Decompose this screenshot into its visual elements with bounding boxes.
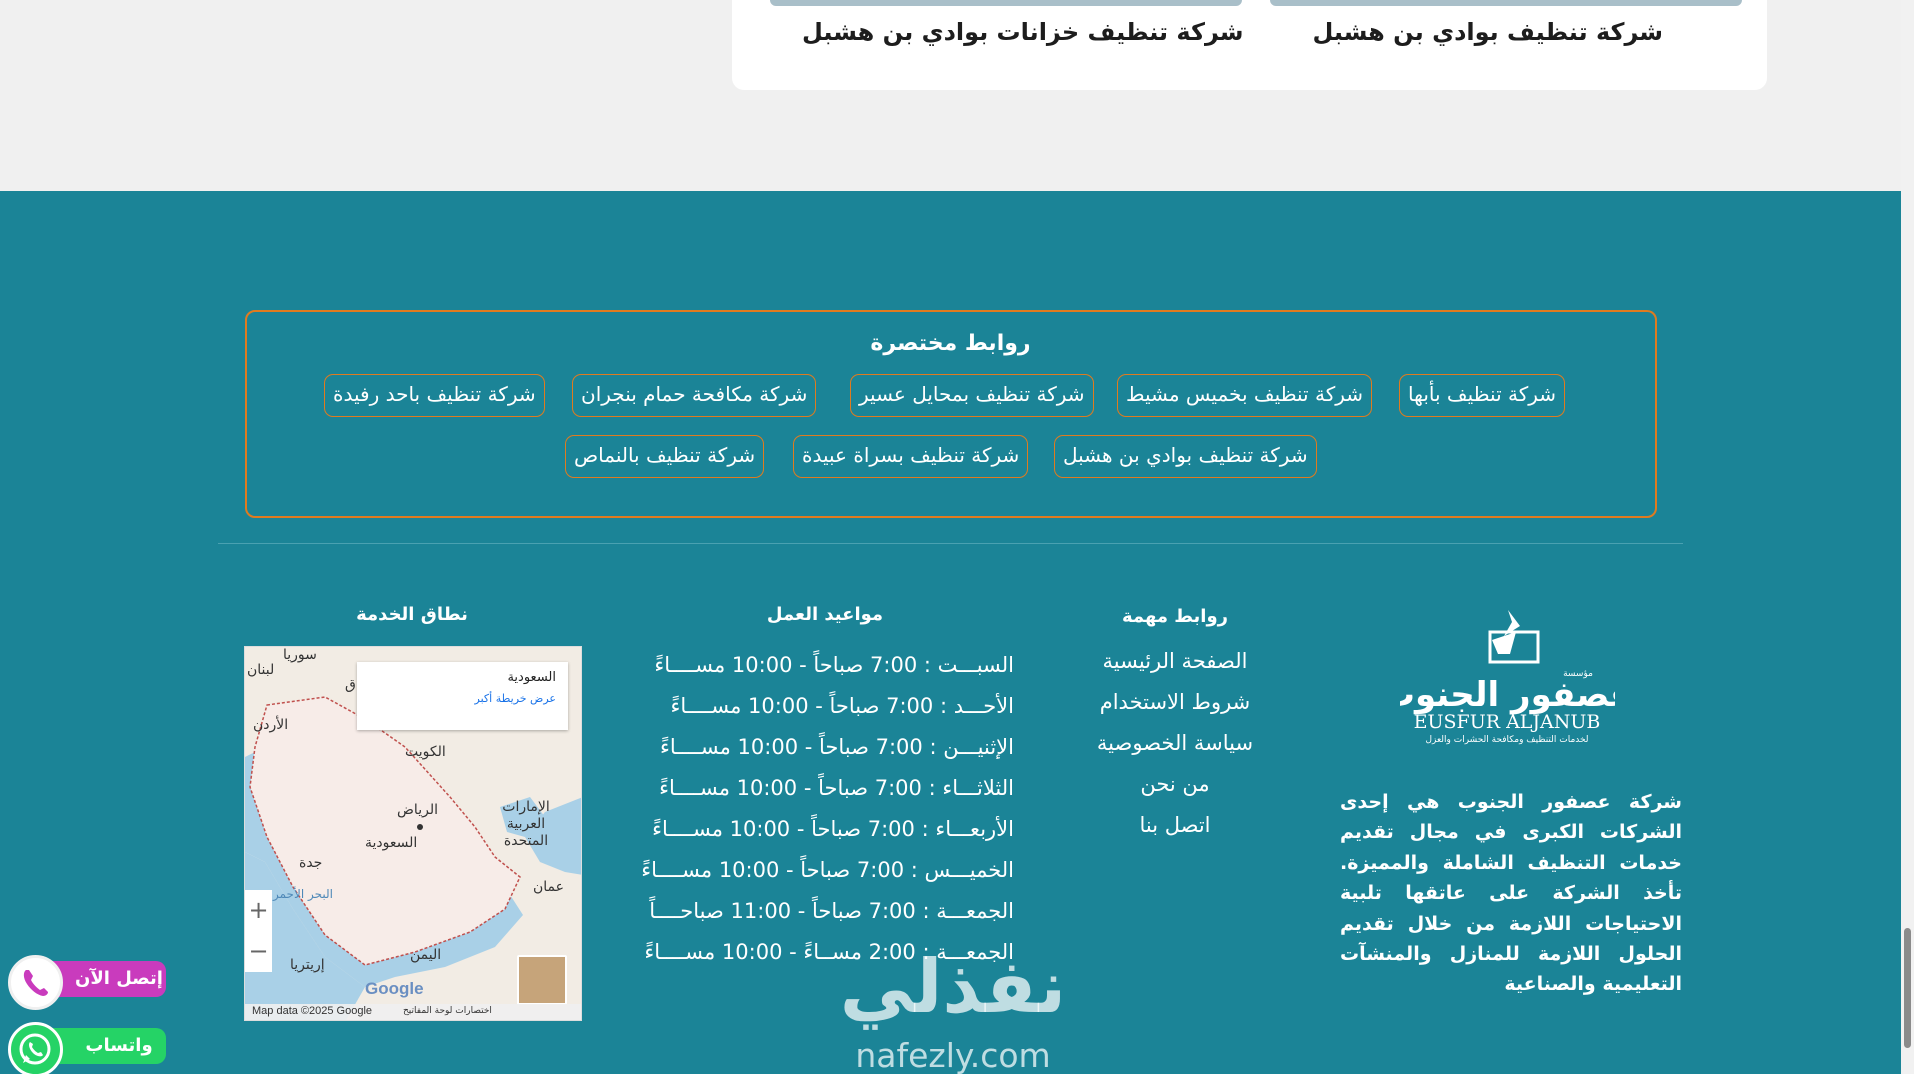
service-area-map[interactable]: سوريا لبنان ق الأردن الكويت الرياض السعو… [244, 646, 582, 1021]
whatsapp-icon [8, 1022, 63, 1074]
footer-link-privacy[interactable]: سياسة الخصوصية [1085, 723, 1265, 764]
watermark-english: nafezly.com [855, 1036, 1051, 1074]
map-attribution: Map data ©2025 Google [252, 1005, 373, 1017]
keyboard-shortcuts-link[interactable]: اختصارات لوحة المفاتيح [403, 1006, 492, 1016]
logo-english: EUSFUR ALJANUB [1414, 711, 1601, 733]
view-larger-map-link[interactable]: عرض خريطة أكبر [369, 692, 556, 705]
zoom-in-icon[interactable]: + [245, 890, 272, 931]
map-label: ق [345, 677, 356, 693]
quick-link[interactable]: شركة تنظيف بالنماص [565, 435, 765, 478]
quick-link[interactable]: شركة تنظيف باحد رفيدة [324, 374, 545, 417]
eusfur-aljanub-logo: عصفور الجنوب مؤسسة EUSFUR ALJANUB لخدمات… [1400, 610, 1615, 745]
logo-arabic: عصفور الجنوب [1400, 675, 1615, 715]
google-logo: Google [365, 979, 424, 998]
content-area-top: شركة تنظيف خزانات بوادي بن هشبل شركة تنظ… [0, 0, 1901, 191]
zoom-out-icon[interactable]: − [245, 931, 272, 972]
post-title-link[interactable]: شركة تنظيف بوادي بن هشبل [1312, 18, 1663, 46]
quick-link[interactable]: شركة تنظيف بأبها [1399, 374, 1566, 417]
quick-link[interactable]: شركة مكافحة حمام بنجران [572, 374, 817, 417]
hours-row: الإثنيـــن : 7:00 صباحاً - 10:00 مســــا… [659, 735, 1014, 759]
post-thumbnail[interactable] [1270, 0, 1742, 6]
working-hours-list: السبـــت : 7:00 صباحاً - 10:00 مســــاءً… [610, 645, 1014, 973]
map-label: اليمن [410, 947, 442, 963]
map-label: إريتريا [290, 957, 325, 973]
map-footer: Map data ©2025 Google اختصارات لوحة المف… [245, 1004, 581, 1020]
service-area-title: نطاق الخدمة [356, 604, 468, 625]
footer-link-about[interactable]: من نحن [1085, 764, 1265, 805]
map-label: السعودية [365, 835, 418, 851]
footer-divider [218, 543, 1683, 544]
map-label: لبنان [247, 662, 275, 678]
scrollbar-thumb[interactable] [1904, 928, 1911, 1048]
logo-tagline: لخدمات التنظيف ومكافحة الحشرات والعزل [1425, 735, 1588, 745]
map-info-window: السعودية عرض خريطة أكبر [357, 662, 568, 730]
page-scrollbar[interactable] [1901, 0, 1914, 1074]
footer-link-home[interactable]: الصفحة الرئيسية [1085, 641, 1265, 682]
quick-links-title: روابط مختصرة [870, 331, 1031, 356]
post-thumbnail[interactable] [770, 0, 1242, 6]
related-posts-card: شركة تنظيف خزانات بوادي بن هشبل شركة تنظ… [732, 0, 1767, 90]
hours-row: الجمعـــة : 7:00 صباحاً - 11:00 صباحــــ… [649, 899, 1014, 923]
important-links-title: روابط مهمة [1121, 606, 1229, 627]
map-zoom-controls: + − [245, 890, 272, 972]
map-label: جدة [299, 855, 323, 871]
map-label: البحر الأحمر [273, 887, 333, 901]
phone-icon [8, 955, 63, 1010]
post-title-link[interactable]: شركة تنظيف خزانات بوادي بن هشبل [802, 18, 1243, 46]
quick-link[interactable]: شركة تنظيف بوادي بن هشبل [1054, 435, 1317, 478]
hours-row: الأحـــد : 7:00 صباحاً - 10:00 مســــاءً [670, 694, 1014, 718]
quick-link[interactable]: شركة تنظيف بسراة عبيدة [793, 435, 1029, 478]
map-label: الرياض [397, 802, 438, 818]
working-hours-title: مواعيد العمل [766, 604, 884, 625]
hours-row: السبـــت : 7:00 صباحاً - 10:00 مســــاءً [654, 653, 1014, 677]
footer-link-contact[interactable]: اتصل بنا [1085, 805, 1265, 846]
about-text: شركة عصفور الجنوب هي إحدى الشركات الكبرى… [1340, 791, 1682, 996]
map-label: سوريا [283, 647, 317, 663]
site-footer: روابط مختصرة شركة تنظيف بأبها شركة تنظيف… [0, 191, 1901, 1074]
map-label: الإمارات العربية المتحدة [502, 799, 550, 849]
quick-link[interactable]: شركة تنظيف بخميس مشيط [1117, 374, 1373, 417]
satellite-toggle[interactable] [517, 955, 567, 1005]
quick-link[interactable]: شركة تنظيف بمحايل عسير [850, 374, 1094, 417]
call-now-button[interactable]: إتصل الآن [8, 955, 166, 1010]
nafezly-watermark: نفذلي nafezly.com [838, 942, 1068, 1074]
map-info-title: السعودية [507, 670, 556, 685]
hours-row: الثلاثـــاء : 7:00 صباحاً - 10:00 مســــ… [659, 776, 1014, 800]
important-links-list: الصفحة الرئيسية شروط الاستخدام سياسة الخ… [1085, 641, 1265, 846]
hours-row: الخميـــس : 7:00 صباحاً - 10:00 مســــاء… [641, 858, 1014, 882]
logo-prefix: مؤسسة [1563, 669, 1593, 679]
map-label: الأردن [253, 717, 289, 733]
map-label: عمان [533, 879, 564, 895]
map-label: الكويت [405, 744, 446, 760]
whatsapp-button[interactable]: واتساب [8, 1022, 166, 1074]
watermark-arabic: نفذلي [839, 944, 1067, 1030]
hours-row: الأربعـــاء : 7:00 صباحاً - 10:00 مســــ… [652, 817, 1014, 841]
footer-link-terms[interactable]: شروط الاستخدام [1085, 682, 1265, 723]
